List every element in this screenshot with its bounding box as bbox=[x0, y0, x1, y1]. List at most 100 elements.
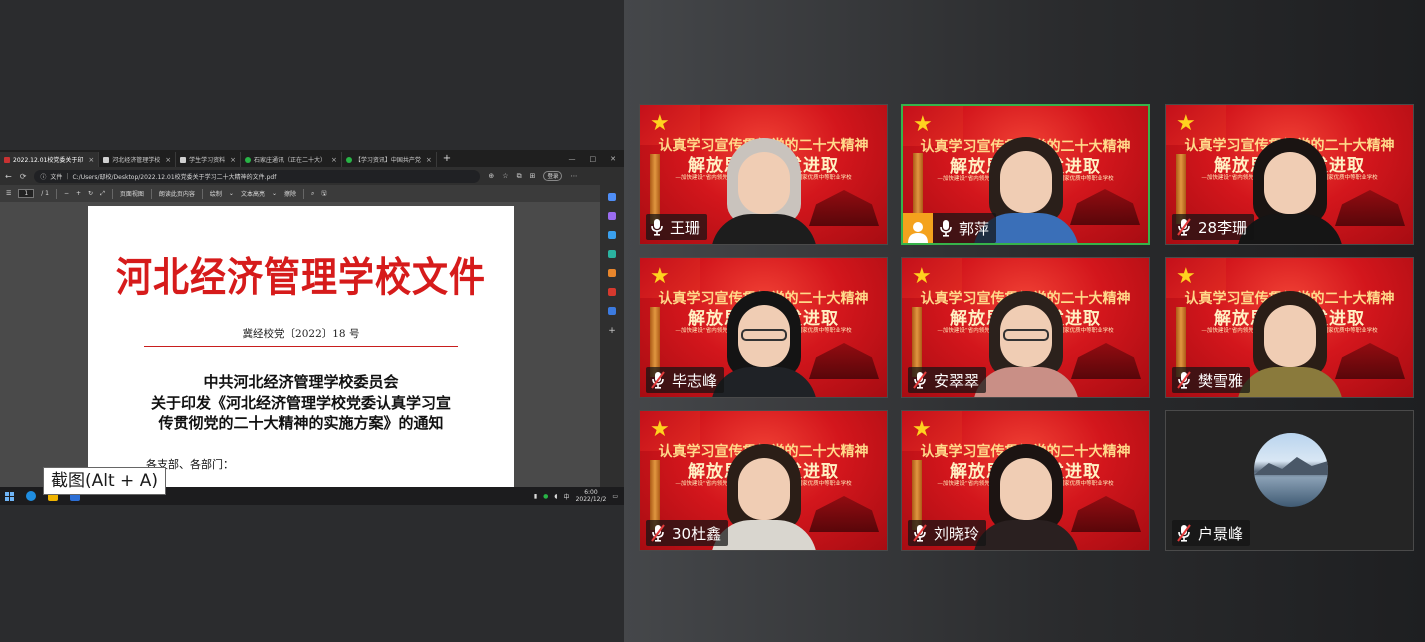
system-clock[interactable]: 6:00 2022/12/2 bbox=[576, 489, 607, 503]
participant-tile[interactable]: ★认真学习宣传贯彻党的二十大精神解放思想 奋发进取—加快建设“省内领先、全国知名… bbox=[1165, 257, 1414, 398]
tools-icon[interactable] bbox=[608, 231, 616, 239]
participant-name: 王珊 bbox=[670, 218, 701, 237]
star-icon: ★ bbox=[912, 264, 932, 289]
read-aloud-button[interactable]: 朗读此页内容 bbox=[159, 189, 195, 198]
participant-tile[interactable]: ★认真学习宣传贯彻党的二十大精神解放思想 奋发进取—加快建设“省内领先、全国知名… bbox=[901, 410, 1150, 551]
windows-start-icon[interactable] bbox=[5, 491, 14, 501]
send-icon[interactable] bbox=[608, 307, 616, 315]
browser-sidebar: + bbox=[600, 185, 624, 487]
add-sidebar-icon[interactable]: + bbox=[608, 326, 616, 336]
participant-name-label: 户景峰 bbox=[1172, 520, 1251, 546]
clock-time: 6:00 bbox=[584, 489, 598, 496]
maximize-icon[interactable]: □ bbox=[590, 155, 597, 163]
participant-tile[interactable]: ★认真学习宣传贯彻党的二十大精神解放思想 奋发进取—加快建设“省内领先、全国知名… bbox=[639, 410, 888, 551]
search-sidebar-icon[interactable] bbox=[608, 193, 616, 201]
participant-tile[interactable]: ★认真学习宣传贯彻党的二十大精神解放思想 奋发进取—加快建设“省内领先、全国知名… bbox=[639, 257, 888, 398]
document-title: 河北经济管理学校文件 bbox=[115, 253, 486, 301]
back-icon[interactable]: ← bbox=[5, 172, 12, 181]
close-tab-icon[interactable]: × bbox=[331, 156, 337, 164]
wechat-tray-icon[interactable]: ● bbox=[543, 493, 548, 500]
user-avatar-icon bbox=[903, 213, 933, 243]
contents-icon[interactable]: ☰ bbox=[6, 190, 11, 197]
participant-name-label: 安翠翠 bbox=[908, 367, 987, 393]
browser-tab-bar: 2022.12.01校党委关于印 × 河北经济管理学校 × 学生学习资料 × 石… bbox=[0, 150, 624, 167]
system-tray: ▮ ● ◖ 中 6:00 2022/12/2 ▭ bbox=[534, 489, 624, 503]
browser-tab-study[interactable]: 【学习资讯】中国共产党 × bbox=[342, 152, 437, 167]
office-icon[interactable] bbox=[608, 269, 616, 277]
microphone-muted-icon bbox=[650, 371, 666, 389]
dropdown-chevron-icon[interactable]: ⌄ bbox=[229, 190, 234, 197]
new-tab-button[interactable]: + bbox=[437, 153, 457, 164]
close-tab-icon[interactable]: × bbox=[165, 156, 171, 164]
gate-graphic bbox=[1071, 496, 1141, 532]
close-window-icon[interactable]: ✕ bbox=[610, 155, 616, 163]
participant-video-feed bbox=[709, 132, 819, 244]
browser-tab-pdf[interactable]: 2022.12.01校党委关于印 × bbox=[0, 152, 100, 167]
participant-name-label: 郭萍 bbox=[903, 213, 997, 243]
games-icon[interactable] bbox=[608, 250, 616, 258]
highlight-button[interactable]: 文本高亮 bbox=[241, 189, 265, 198]
tab-label: 【学习资讯】中国共产党 bbox=[354, 157, 421, 164]
microphone-muted-icon bbox=[650, 524, 666, 542]
extensions-icon[interactable]: ⊞ bbox=[530, 172, 536, 180]
tab-label: 河北经济管理学校 bbox=[112, 157, 161, 164]
toolbar-divider bbox=[111, 188, 113, 199]
video-gallery: ★认真学习宣传贯彻党的二十大精神解放思想 奋发进取—加快建设“省内领先、全国知名… bbox=[624, 0, 1425, 642]
microphone-muted-icon bbox=[912, 524, 928, 542]
url-label: 文件 bbox=[50, 173, 63, 181]
zoom-in-button[interactable]: + bbox=[76, 190, 81, 197]
participant-tile[interactable]: ★认真学习宣传贯彻党的二十大精神解放思想 奋发进取—加快建设“省内领先、全国知名… bbox=[901, 257, 1150, 398]
participant-tile[interactable]: ★认真学习宣传贯彻党的二十大精神解放思想 奋发进取—加快建设“省内领先、全国知名… bbox=[901, 104, 1150, 245]
draw-button[interactable]: 绘制 bbox=[210, 189, 222, 198]
gate-graphic bbox=[1335, 343, 1405, 379]
participant-tile[interactable]: ★认真学习宣传贯彻党的二十大精神解放思想 奋发进取—加快建设“省内领先、全国知名… bbox=[1165, 104, 1414, 245]
page-number-input[interactable]: 1 bbox=[18, 189, 35, 198]
save-icon[interactable]: 🖫 bbox=[321, 189, 326, 199]
address-bar[interactable]: ⓘ 文件 | C:/Users/邸校/Desktop/2022.12.01校党委… bbox=[34, 169, 481, 183]
zoom-icon[interactable]: ⊕ bbox=[488, 172, 494, 180]
erase-button[interactable]: 擦除 bbox=[284, 189, 296, 198]
volume-icon[interactable]: ◖ bbox=[554, 493, 557, 500]
search-icon[interactable]: ⌕ bbox=[311, 190, 314, 198]
edge-browser-icon[interactable] bbox=[26, 491, 36, 501]
refresh-icon[interactable]: ⟳ bbox=[20, 172, 27, 181]
close-tab-icon[interactable]: × bbox=[426, 156, 432, 164]
participant-name-label: 刘晓玲 bbox=[908, 520, 987, 546]
browser-tab-materials[interactable]: 学生学习资料 × bbox=[176, 152, 242, 167]
more-icon[interactable]: ⋯ bbox=[570, 172, 577, 180]
toolbar-divider bbox=[55, 188, 57, 199]
close-tab-icon[interactable]: × bbox=[230, 156, 236, 164]
person-face bbox=[999, 458, 1052, 520]
participant-tile[interactable]: ★认真学习宣传贯彻党的二十大精神解放思想 奋发进取—加快建设“省内领先、全国知名… bbox=[639, 104, 888, 245]
collections-icon[interactable]: ⧉ bbox=[517, 172, 522, 181]
fit-page-icon[interactable]: ⤢ bbox=[100, 190, 105, 198]
browser-tab-school[interactable]: 河北经济管理学校 × bbox=[99, 152, 177, 167]
minimize-icon[interactable]: — bbox=[569, 155, 576, 163]
close-tab-icon[interactable]: × bbox=[88, 156, 94, 164]
rotate-icon[interactable]: ↻ bbox=[88, 190, 93, 197]
browser-tab-news[interactable]: 石家庄通讯（正在二十大） × bbox=[241, 152, 342, 167]
favorite-icon[interactable]: ☆ bbox=[502, 172, 508, 180]
participant-video-feed bbox=[971, 438, 1081, 550]
toolbar-divider bbox=[201, 188, 203, 199]
document-number: 冀经校党〔2022〕18 号 bbox=[242, 328, 360, 340]
dropdown-chevron-icon[interactable]: ⌄ bbox=[272, 190, 277, 197]
participant-video-feed bbox=[971, 285, 1081, 397]
participant-name: 毕志峰 bbox=[672, 371, 718, 390]
login-button[interactable]: 登录 bbox=[543, 171, 563, 181]
person-face bbox=[999, 151, 1052, 213]
participant-tile[interactable]: 户景峰 bbox=[1165, 410, 1414, 551]
network-icon[interactable]: ▮ bbox=[534, 493, 537, 500]
shopping-icon[interactable] bbox=[608, 212, 616, 220]
notifications-icon[interactable]: ▭ bbox=[612, 493, 618, 500]
zoom-out-button[interactable]: − bbox=[64, 190, 69, 197]
participant-name: 户景峰 bbox=[1198, 524, 1244, 543]
star-icon: ★ bbox=[913, 112, 933, 137]
page-view-button[interactable]: 页面视图 bbox=[120, 189, 144, 198]
participant-name-label: 30杜鑫 bbox=[646, 520, 729, 546]
person-body bbox=[972, 367, 1079, 397]
participant-video-feed bbox=[709, 285, 819, 397]
outlook-icon[interactable] bbox=[608, 288, 616, 296]
pdf-viewer[interactable]: 河北经济管理学校文件 冀经校党〔2022〕18 号 中共河北经济管理学校委员会 … bbox=[0, 202, 600, 487]
input-language[interactable]: 中 bbox=[564, 492, 570, 501]
